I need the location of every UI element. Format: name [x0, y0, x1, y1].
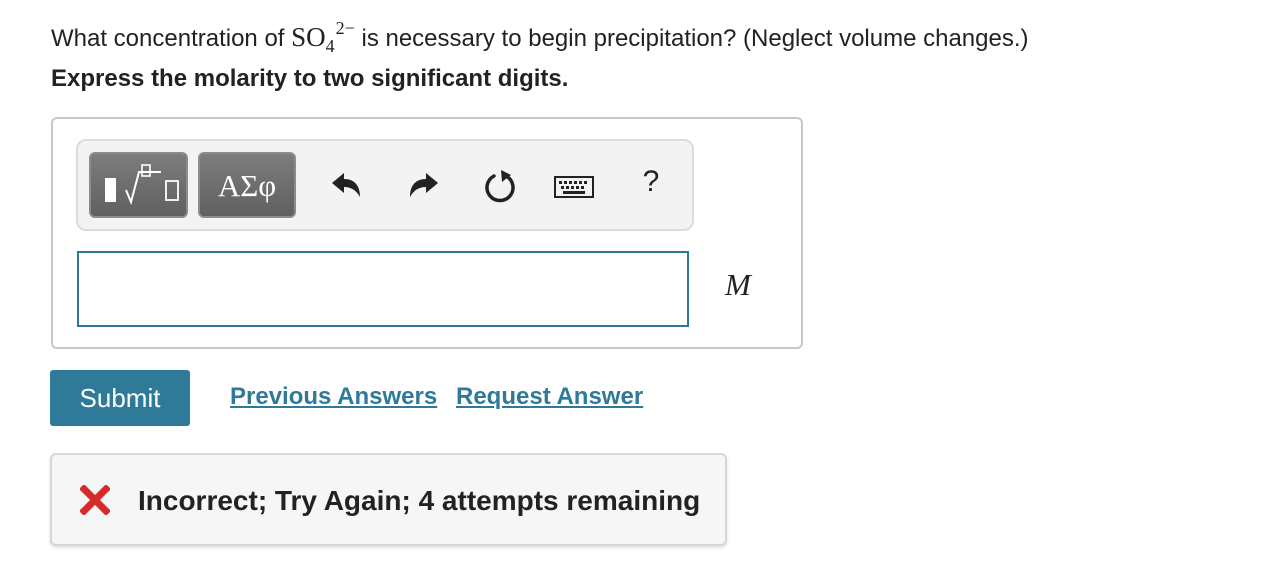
answer-panel: ΑΣφ ? M: [51, 117, 803, 349]
sulfate-formula: SO42−: [291, 18, 355, 56]
templates-button[interactable]: [89, 152, 188, 218]
feedback-message: Incorrect; Try Again; 4 attempts remaini…: [138, 485, 701, 516]
question-prefix: What concentration of: [51, 25, 292, 52]
answer-instruction: Express the molarity to two significant …: [51, 65, 569, 92]
templates-icon: [105, 164, 179, 206]
request-answer-link[interactable]: Request Answer: [456, 383, 643, 411]
undo-icon[interactable]: [326, 167, 366, 207]
math-toolbar: ΑΣφ ?: [76, 139, 694, 231]
answer-input[interactable]: [77, 251, 689, 327]
feedback-panel: Incorrect; Try Again; 4 attempts remaini…: [50, 453, 727, 546]
greek-symbols-button[interactable]: ΑΣφ: [198, 152, 296, 218]
help-icon[interactable]: ?: [636, 165, 666, 199]
submit-button[interactable]: Submit: [50, 370, 190, 426]
keyboard-icon[interactable]: [553, 169, 595, 205]
unit-label: M: [725, 267, 751, 302]
question-suffix: is necessary to begin precipitation? (Ne…: [354, 25, 1029, 52]
incorrect-x-icon: [80, 485, 110, 515]
question-text: What concentration of SO42− is necessary…: [51, 8, 1029, 66]
reset-icon[interactable]: [480, 167, 520, 207]
previous-answers-link[interactable]: Previous Answers: [230, 383, 437, 411]
greek-symbols-icon: ΑΣφ: [217, 168, 277, 203]
redo-icon[interactable]: [404, 167, 444, 207]
